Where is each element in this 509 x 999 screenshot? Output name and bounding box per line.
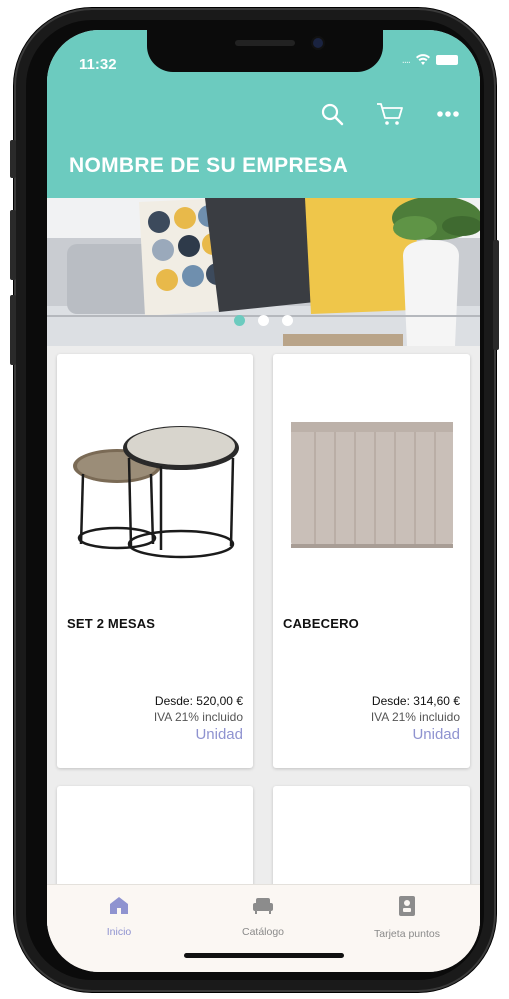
- tab-label: Catálogo: [241, 926, 285, 938]
- product-grid: SET 2 MESAS Desde: 520,00 € IVA 21% incl…: [47, 346, 480, 946]
- product-card-set-2-mesas[interactable]: SET 2 MESAS Desde: 520,00 € IVA 21% incl…: [57, 354, 253, 768]
- carousel-dot-1[interactable]: [234, 315, 245, 326]
- cart-icon[interactable]: [376, 100, 404, 128]
- status-time: 11:32: [79, 56, 117, 73]
- home-indicator[interactable]: [184, 953, 344, 958]
- product-card-cabecero[interactable]: CABECERO Desde: 314,60 € IVA 21% incluid…: [273, 354, 470, 768]
- notch: [147, 30, 383, 72]
- product-tax-note: IVA 21% incluido: [153, 710, 243, 724]
- product-image-headboard: [291, 422, 453, 548]
- battery-icon: [436, 55, 458, 65]
- search-icon[interactable]: [318, 100, 346, 128]
- sofa-icon: [253, 898, 273, 914]
- power-button: [493, 240, 499, 350]
- home-icon: [110, 897, 128, 914]
- product-unit-link[interactable]: Unidad: [412, 726, 460, 743]
- volume-down-button: [10, 295, 16, 365]
- company-name: NOMBRE DE SU EMPRESA: [69, 154, 349, 177]
- tab-label: Inicio: [106, 926, 132, 938]
- status-indicators: ....: [402, 54, 458, 66]
- front-camera: [313, 38, 323, 48]
- product-name: CABECERO: [283, 616, 359, 631]
- product-name: SET 2 MESAS: [67, 616, 156, 631]
- product-unit-link[interactable]: Unidad: [195, 726, 243, 743]
- wifi-icon: [416, 54, 430, 65]
- tab-tarjeta-puntos[interactable]: Tarjeta puntos: [347, 895, 467, 940]
- tab-label: Tarjeta puntos: [374, 928, 440, 940]
- product-price: Desde: 520,00 €: [154, 694, 243, 708]
- speaker: [235, 40, 295, 46]
- hero-banner[interactable]: [47, 198, 480, 346]
- more-icon[interactable]: [434, 100, 462, 128]
- bottom-tab-bar: Inicio Catálogo Tarjeta puntos: [47, 884, 480, 972]
- app-screen: 11:32 .... NOMBRE DE SU EMPRESA SET 2 ME…: [47, 30, 480, 972]
- product-image-tables: [73, 426, 239, 559]
- white-vase: [403, 240, 459, 346]
- tab-catalogo[interactable]: Catálogo: [203, 895, 323, 938]
- dark-cushion: [205, 198, 315, 312]
- carousel-dot-3[interactable]: [282, 315, 293, 326]
- carousel-dot-2[interactable]: [258, 315, 269, 326]
- header-actions: [318, 100, 462, 128]
- volume-up-button: [10, 210, 16, 280]
- carousel-dots: [47, 315, 480, 326]
- silent-switch: [10, 140, 16, 178]
- points-card-icon: [399, 896, 415, 916]
- tab-inicio[interactable]: Inicio: [59, 895, 179, 938]
- signal-icon: ....: [401, 54, 411, 66]
- product-price: Desde: 314,60 €: [371, 694, 460, 708]
- product-tax-note: IVA 21% incluido: [370, 710, 460, 724]
